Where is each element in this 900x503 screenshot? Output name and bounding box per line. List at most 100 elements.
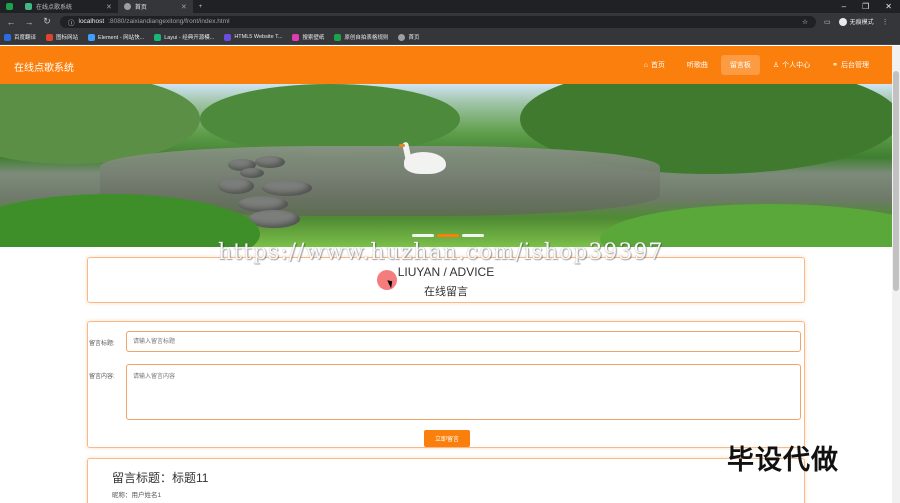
bookmark-1[interactable]: 图标网站 bbox=[46, 33, 78, 41]
nav-label: 首页 bbox=[650, 62, 665, 69]
menu-icon[interactable]: ⋮ bbox=[882, 18, 889, 26]
bookmark-label: Element - 网站快... bbox=[98, 35, 145, 41]
star-icon[interactable]: ☆ bbox=[802, 18, 808, 26]
bookmark-label: Layui - 经典开源模... bbox=[164, 35, 215, 41]
minimize-button[interactable]: – bbox=[842, 2, 846, 11]
close-icon[interactable]: ✕ bbox=[181, 3, 187, 11]
incognito-icon bbox=[838, 17, 847, 26]
promo-stamp: 毕设代做 bbox=[727, 445, 839, 476]
bookmark-2[interactable]: Element - 网站快... bbox=[88, 33, 144, 41]
nav-home[interactable]: ⌂ 首页 bbox=[635, 55, 674, 75]
carousel-indicators bbox=[412, 234, 484, 237]
bookmark-icon bbox=[154, 33, 162, 41]
close-window-button[interactable]: ✕ bbox=[885, 2, 892, 11]
bookmark-icon bbox=[4, 33, 11, 41]
banner-stone bbox=[218, 178, 254, 194]
bookmark-label: 首页 bbox=[408, 35, 420, 41]
nav-label: 听歌曲 bbox=[686, 62, 708, 69]
nav-user-center[interactable]: ♙ 个人中心 bbox=[764, 55, 819, 75]
nav-admin[interactable]: ⚭ 后台管理 bbox=[823, 55, 878, 75]
site-logo[interactable]: 在线点歌系统 bbox=[14, 59, 74, 74]
bookmark-icon bbox=[292, 33, 300, 41]
carousel-dot-2[interactable] bbox=[437, 234, 459, 237]
bookmark-7[interactable]: 首页 bbox=[398, 33, 419, 41]
browser-tab-1-label: 在线点歌系统 bbox=[36, 5, 73, 11]
browser-tab-1[interactable]: 在线点歌系统 ✕ bbox=[19, 0, 118, 13]
bookmark-label: 百度翻译 bbox=[14, 35, 37, 41]
title-label: 留言标题: bbox=[89, 341, 115, 347]
browser-actions: ▭ 无痕模式 ⋮ bbox=[824, 17, 889, 26]
page-scrollbar[interactable] bbox=[892, 46, 900, 503]
message-content-textarea[interactable] bbox=[126, 364, 801, 420]
info-icon: ⓘ bbox=[68, 19, 75, 27]
url-field[interactable]: ⓘ localhost:8080/zaixiandiangexitong/fro… bbox=[60, 15, 816, 28]
plus-icon: + bbox=[198, 3, 203, 10]
window-controls: – ❐ ✕ bbox=[842, 0, 892, 13]
watermark-text: https://www.huzhan.com/ishop39397 bbox=[218, 240, 664, 265]
bookmark-icon bbox=[398, 33, 406, 41]
nav-label: 个人中心 bbox=[782, 62, 811, 69]
message-title-input[interactable] bbox=[126, 331, 801, 352]
bookmark-4[interactable]: HTML5 Website T... bbox=[224, 33, 283, 41]
bookmark-0[interactable]: 百度翻译 bbox=[4, 33, 36, 41]
browser-tab-2[interactable]: 首页 ✕ bbox=[117, 0, 193, 13]
app-icon bbox=[6, 3, 13, 10]
link-icon: ⚭ bbox=[832, 62, 838, 69]
url-path: :8080/zaixiandiangexitong/front/index.ht… bbox=[108, 18, 230, 25]
nav-message-board[interactable]: 留言板 bbox=[720, 55, 760, 75]
profile-label: 无痕模式 bbox=[849, 20, 874, 26]
bookmark-icon bbox=[334, 33, 342, 41]
incognito-profile[interactable]: 无痕模式 bbox=[838, 17, 874, 26]
carousel-dot-1[interactable] bbox=[412, 234, 434, 237]
home-icon: ⌂ bbox=[643, 61, 648, 69]
banner-stone bbox=[255, 156, 285, 168]
tab-search-icon[interactable]: ▭ bbox=[824, 18, 831, 26]
browser-tab-2-label: 首页 bbox=[134, 5, 147, 11]
bookmark-icon bbox=[46, 33, 54, 41]
bookmark-label: 原创自拍表格规则 bbox=[344, 35, 389, 41]
url-host: localhost bbox=[78, 18, 105, 25]
nav-label: 留言板 bbox=[729, 62, 751, 69]
bookmark-icon bbox=[224, 33, 232, 41]
bookmark-icon bbox=[88, 33, 96, 41]
banner-hill bbox=[200, 84, 460, 154]
submit-message-button[interactable]: 立即留言 bbox=[424, 430, 470, 447]
back-button[interactable]: ← bbox=[6, 17, 16, 27]
bookmark-3[interactable]: Layui - 经典开源模... bbox=[154, 33, 214, 41]
section-title-cn: 在线留言 bbox=[424, 286, 468, 298]
content-label: 留言内容: bbox=[89, 374, 115, 380]
banner-carousel[interactable] bbox=[0, 84, 892, 247]
forward-button[interactable]: → bbox=[24, 17, 34, 27]
address-bar-row: ← → ↻ ⓘ localhost:8080/zaixiandiangexito… bbox=[0, 13, 900, 30]
bookmark-label: HTML5 Website T... bbox=[234, 34, 283, 40]
vue-icon bbox=[25, 3, 32, 10]
section-title-en: LIUYAN / ADVICE bbox=[397, 265, 495, 279]
browser-tab-bar: 在线点歌系统 ✕ 首页 ✕ + – ❐ ✕ bbox=[0, 0, 900, 13]
swan bbox=[404, 152, 446, 174]
new-tab-button[interactable]: + bbox=[193, 0, 209, 13]
banner-stone bbox=[240, 168, 264, 178]
browser-tab-0[interactable] bbox=[0, 0, 19, 13]
reload-button[interactable]: ↻ bbox=[42, 16, 52, 27]
bookmark-label: 搜索壁纸 bbox=[302, 35, 325, 41]
carousel-dot-3[interactable] bbox=[462, 234, 484, 237]
nav-songs[interactable]: 听歌曲 bbox=[678, 55, 717, 75]
message-title: 留言标题：标题11 bbox=[112, 471, 209, 485]
nav-label: 后台管理 bbox=[841, 62, 869, 69]
site-header: 在线点歌系统 ⌂ 首页 听歌曲 留言板 ♙ 个人中心 ⚭ 后台管理 bbox=[0, 46, 892, 84]
bookmark-label: 图标网站 bbox=[56, 35, 79, 41]
swan-beak bbox=[399, 144, 405, 147]
bookmarks-bar: 百度翻译 图标网站 Element - 网站快... Layui - 经典开源模… bbox=[0, 30, 900, 45]
maximize-button[interactable]: ❐ bbox=[862, 2, 869, 11]
banner-stone bbox=[262, 180, 312, 196]
globe-icon bbox=[123, 3, 131, 10]
bookmark-5[interactable]: 搜索壁纸 bbox=[292, 33, 324, 41]
main-nav: ⌂ 首页 听歌曲 留言板 ♙ 个人中心 ⚭ 后台管理 bbox=[635, 55, 878, 75]
message-form: 留言标题: 留言内容: 立即留言 bbox=[87, 321, 805, 448]
message-list-item: 留言标题：标题11 昵称：用户姓名1 bbox=[87, 458, 805, 503]
bookmark-6[interactable]: 原创自拍表格规则 bbox=[334, 33, 388, 41]
close-icon[interactable]: ✕ bbox=[106, 3, 112, 11]
scrollbar-thumb[interactable] bbox=[893, 71, 899, 291]
user-icon: ♙ bbox=[772, 62, 780, 69]
message-user: 昵称：用户姓名1 bbox=[112, 492, 162, 499]
